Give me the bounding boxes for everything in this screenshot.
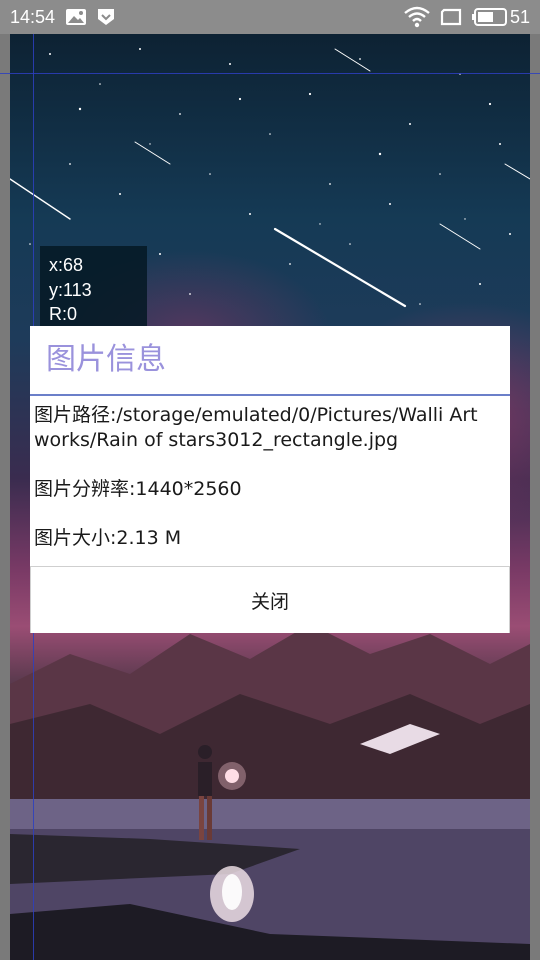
status-bar: 14:54 51	[0, 0, 540, 34]
coordinate-readout: x:68 y:113 R:0	[40, 246, 147, 328]
screen-icon	[440, 7, 462, 32]
image-size-text: 图片大小:2.13 M	[34, 527, 182, 549]
y-coordinate: y:113	[49, 279, 92, 300]
mountains	[10, 624, 530, 804]
shield-icon	[96, 7, 116, 32]
wifi-icon	[404, 6, 430, 33]
water	[10, 799, 530, 960]
close-button[interactable]: 关闭	[30, 566, 510, 633]
status-time: 14:54	[10, 7, 56, 27]
dialog-title: 图片信息	[46, 342, 166, 377]
photo-icon	[65, 7, 87, 32]
battery-level: 51	[510, 7, 531, 27]
battery-icon	[472, 7, 508, 32]
dialog-body: 图片路径:/storage/emulated/0/Pictures/Walli …	[30, 396, 510, 567]
image-resolution-text: 图片分辨率:1440*2560	[34, 478, 242, 500]
horizontal-guide-line	[0, 73, 540, 74]
image-info-dialog: 图片信息 图片路径:/storage/emulated/0/Pictures/W…	[30, 326, 510, 633]
r-value: R:0	[49, 304, 78, 324]
image-path-text: 图片路径:/storage/emulated/0/Pictures/Walli …	[34, 404, 478, 451]
x-coordinate: x:68	[49, 255, 84, 275]
